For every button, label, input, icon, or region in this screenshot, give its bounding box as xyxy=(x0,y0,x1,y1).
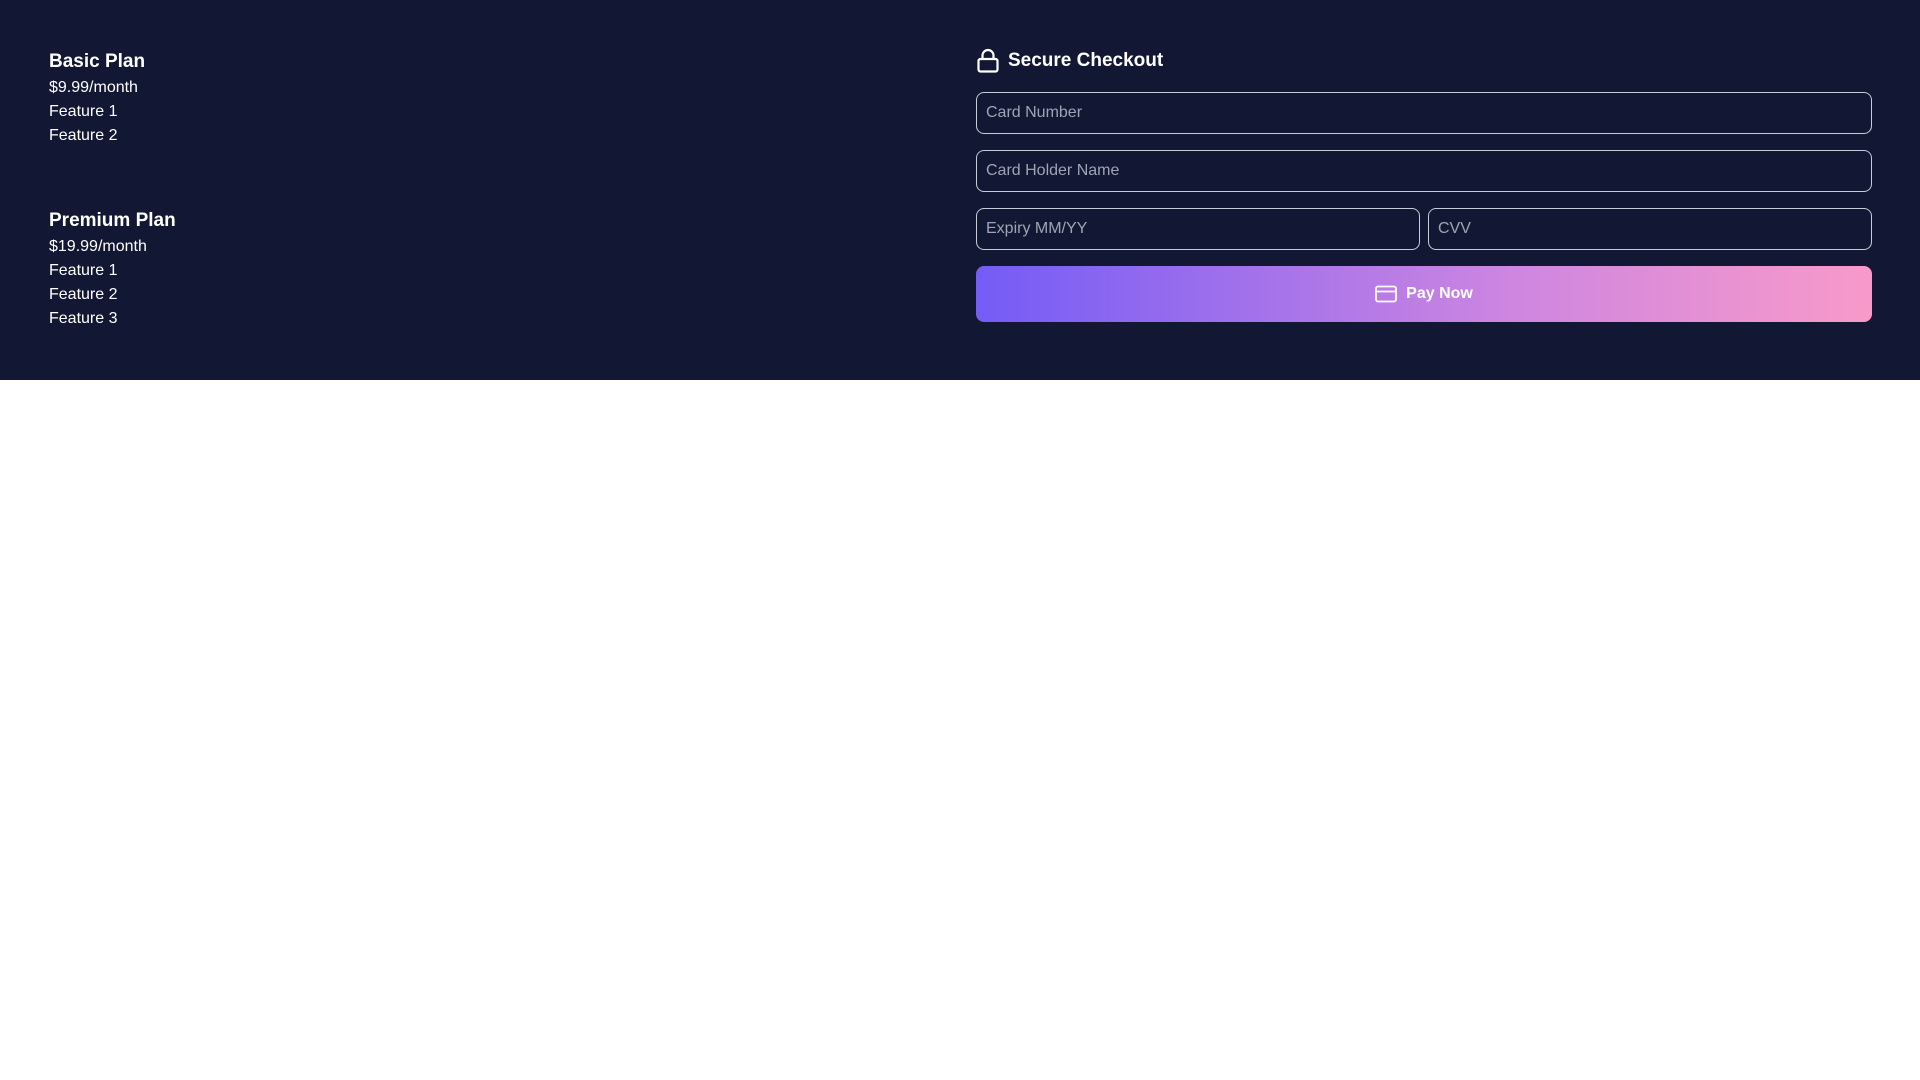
expiry-cvv-row xyxy=(976,208,1872,266)
pay-now-label: Pay Now xyxy=(1406,285,1473,302)
card-holder-name-input[interactable] xyxy=(976,150,1872,192)
cvv-input[interactable] xyxy=(1428,208,1872,250)
plan-title: Basic Plan xyxy=(49,51,146,72)
plan-premium: Premium Plan $19.99/month Feature 1 Feat… xyxy=(49,209,549,331)
lock-icon xyxy=(976,48,1000,74)
credit-card-icon xyxy=(1375,285,1398,303)
plan-title: Premium Plan xyxy=(49,210,176,231)
pay-now-button[interactable]: Pay Now xyxy=(976,266,1872,322)
checkout-panel: Basic Plan $9.99/month Feature 1 Feature… xyxy=(0,0,1920,380)
plan-feature: Feature 2 xyxy=(49,127,118,144)
checkout-form: Secure Checkout Pay Now xyxy=(976,48,1872,322)
checkout-title: Secure Checkout xyxy=(1008,50,1164,71)
plan-price: $19.99/month xyxy=(49,238,147,255)
plan-feature: Feature 1 xyxy=(49,262,118,279)
plan-basic: Basic Plan $9.99/month Feature 1 Feature… xyxy=(49,50,549,148)
expiry-input[interactable] xyxy=(976,208,1420,250)
plan-feature: Feature 3 xyxy=(49,310,118,327)
card-number-input[interactable] xyxy=(976,92,1872,134)
plans-list: Basic Plan $9.99/month Feature 1 Feature… xyxy=(49,50,549,392)
plan-price: $9.99/month xyxy=(49,79,138,96)
plan-feature: Feature 2 xyxy=(49,286,118,303)
plan-feature: Feature 1 xyxy=(49,103,118,120)
checkout-header: Secure Checkout xyxy=(976,48,1872,74)
